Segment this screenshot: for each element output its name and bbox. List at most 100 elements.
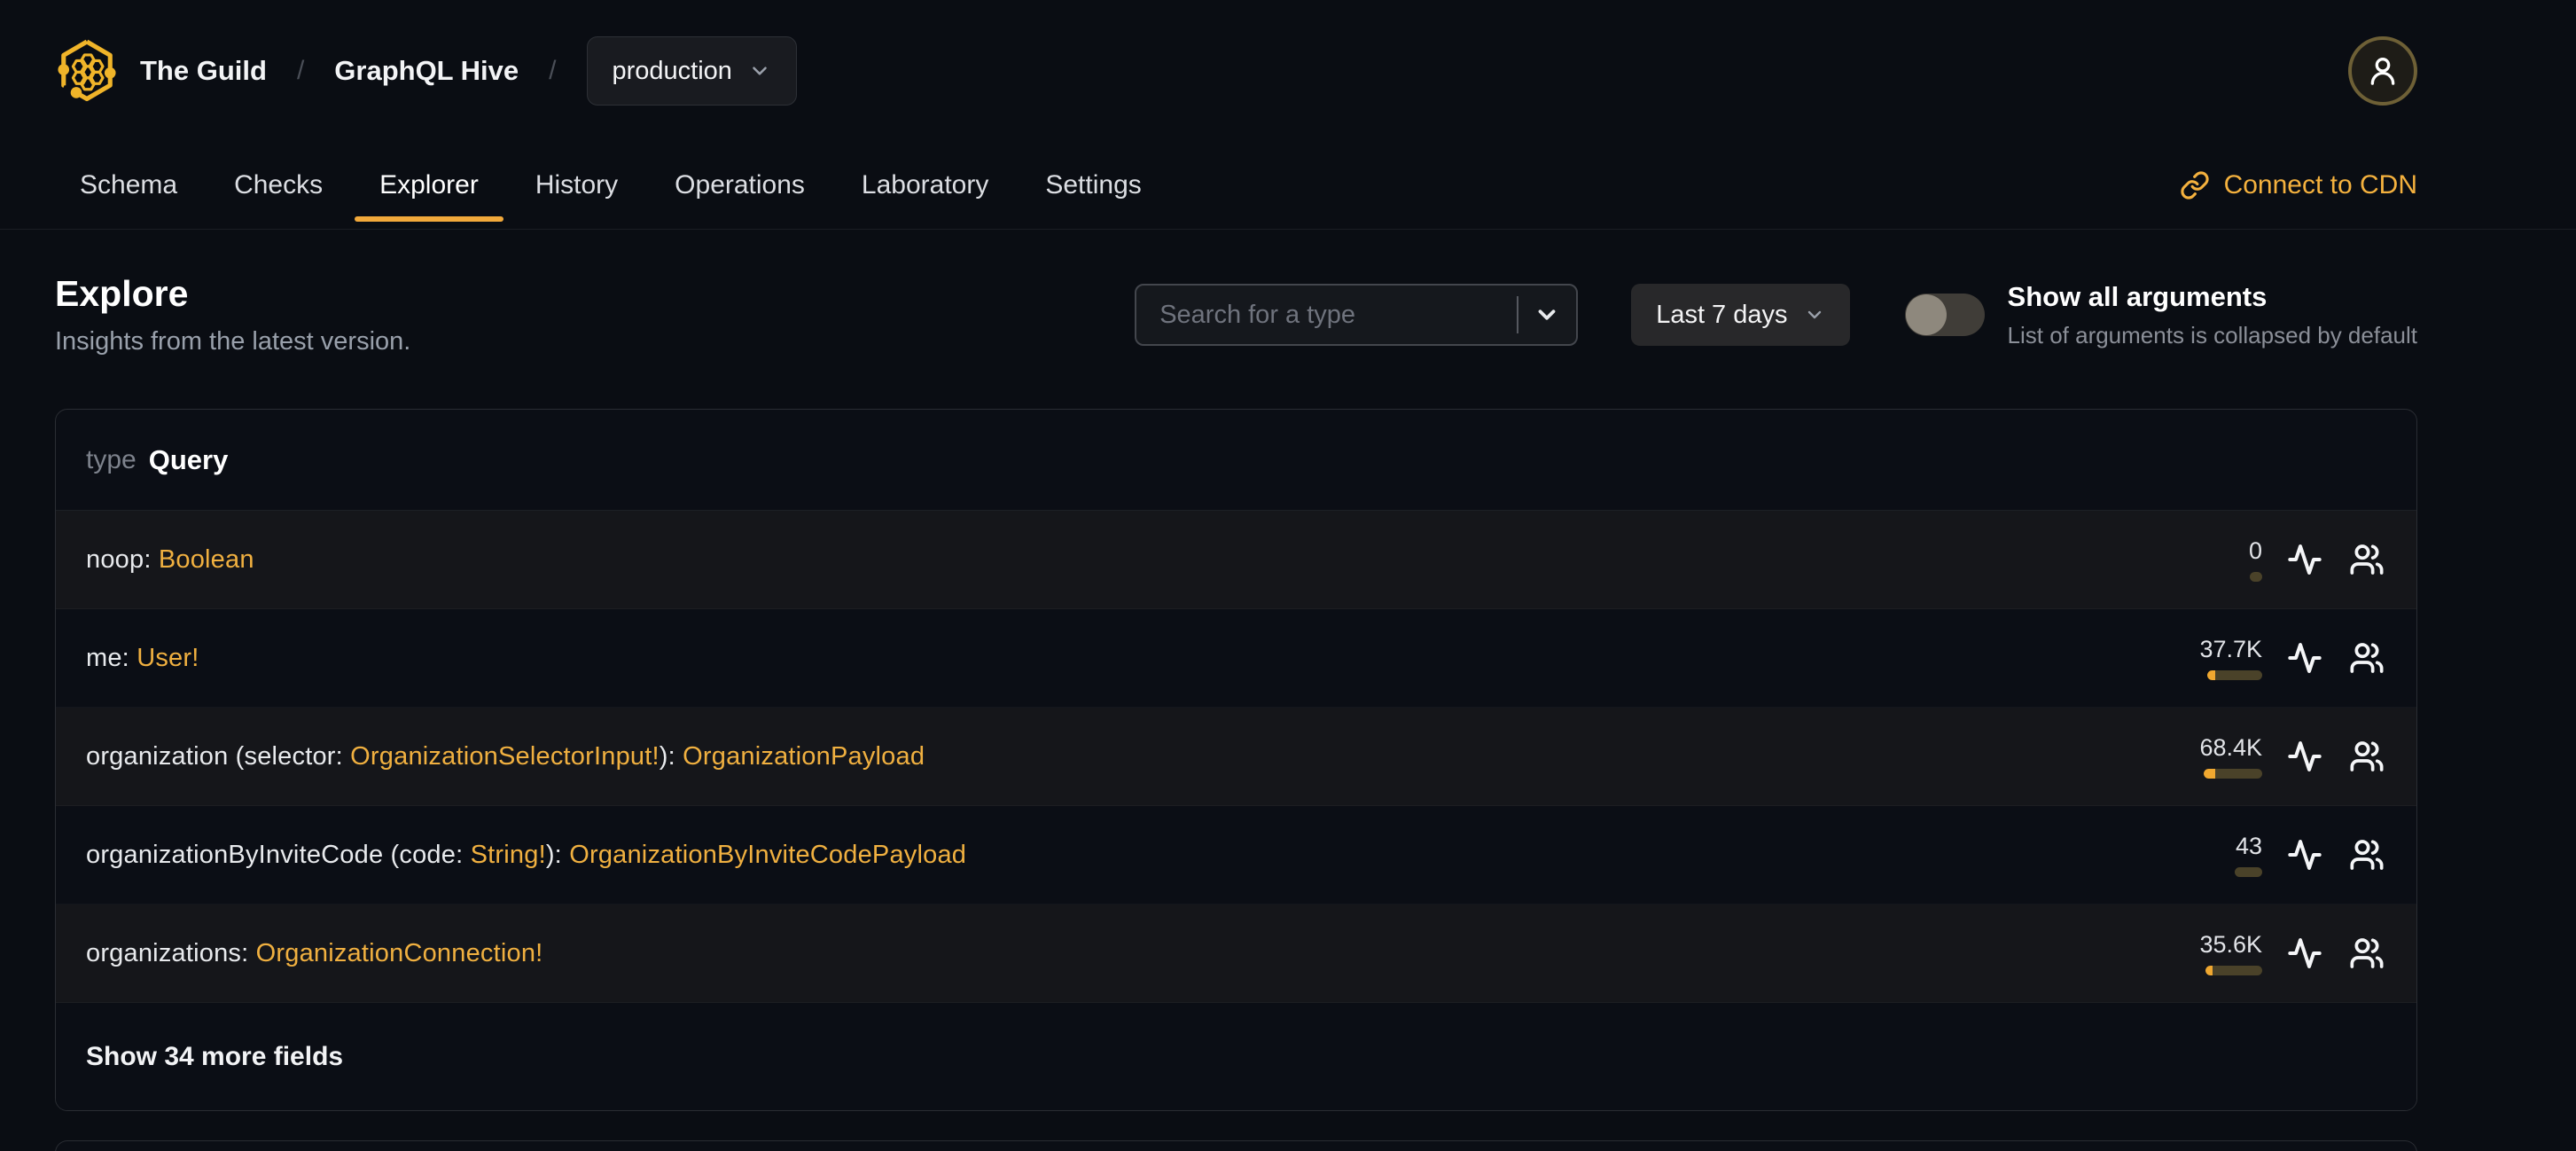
field-usage-count: 37.7K <box>2199 636 2262 662</box>
field-row: organizations: OrganizationConnection! 3… <box>56 904 2416 1003</box>
show-more-fields-button[interactable]: Show 34 more fields <box>56 1003 2416 1110</box>
user-icon <box>2370 58 2395 85</box>
field-usage-count: 35.6K <box>2199 931 2262 958</box>
field-rows: noop: Boolean 0 me: User! 37.7K organiza… <box>56 511 2416 1003</box>
field-name-text: organizations: <box>86 938 256 967</box>
field-usage-bar <box>2207 670 2262 680</box>
page-subtitle: Insights from the latest version. <box>55 327 411 356</box>
type-search-dropdown-button[interactable] <box>1518 286 1576 344</box>
users-icon[interactable] <box>2347 737 2386 776</box>
field-usage-stat: 68.4K <box>2147 734 2262 779</box>
field-row: me: User! 37.7K <box>56 609 2416 708</box>
next-type-card-partial <box>55 1140 2417 1151</box>
field-signature: organizationByInviteCode (code: String!)… <box>86 841 966 870</box>
activity-pulse-icon[interactable] <box>2285 934 2324 973</box>
field-usage-count: 43 <box>2235 833 2262 859</box>
type-keyword: type <box>86 444 137 474</box>
field-type-link[interactable]: OrganizationPayload <box>683 742 925 771</box>
users-icon[interactable] <box>2347 934 2386 973</box>
hive-honeycomb-logo[interactable] <box>55 35 121 106</box>
breadcrumb-separator: / <box>296 56 305 85</box>
user-menu-button[interactable] <box>2348 36 2417 106</box>
tab-checks[interactable]: Checks <box>209 142 347 229</box>
app-header: The Guild / GraphQL Hive / production Sc… <box>0 0 2576 230</box>
target-selector-label: production <box>612 56 732 85</box>
field-usage-bar-fill <box>2205 966 2213 975</box>
explorer-controls: Last 7 days Show all arguments List of a… <box>1135 281 2417 349</box>
field-stats: 0 <box>2147 537 2386 582</box>
type-name[interactable]: Query <box>149 444 229 476</box>
field-name-text: organizationByInviteCode (code: <box>86 840 471 869</box>
field-type-link[interactable]: User! <box>137 644 199 672</box>
users-icon[interactable] <box>2347 540 2386 579</box>
type-card-query: type Query noop: Boolean 0 me: User! 37.… <box>55 409 2417 1111</box>
link-icon <box>2180 171 2209 200</box>
breadcrumb-separator: / <box>549 56 557 85</box>
field-usage-bar <box>2250 572 2262 582</box>
field-type-link[interactable]: Boolean <box>159 545 254 574</box>
field-usage-stat: 0 <box>2147 537 2262 582</box>
field-stats: 35.6K <box>2147 931 2386 975</box>
tab-schema[interactable]: Schema <box>55 142 202 229</box>
period-selector-button[interactable]: Last 7 days <box>1631 284 1850 346</box>
connect-to-cdn-label: Connect to CDN <box>2223 170 2417 200</box>
field-usage-bar-fill <box>2207 670 2215 680</box>
page-title-block: Explore Insights from the latest version… <box>55 273 410 356</box>
tab-history[interactable]: History <box>511 142 643 229</box>
activity-pulse-icon[interactable] <box>2285 638 2324 677</box>
field-stats: 68.4K <box>2147 734 2386 779</box>
nav-tabs-bar: Schema Checks Explorer History Operations Lab… <box>0 142 2576 230</box>
type-search-input[interactable] <box>1136 300 1518 330</box>
field-type-link[interactable]: String! <box>471 841 546 869</box>
field-signature: organization (selector: OrganizationSele… <box>86 742 925 771</box>
toggle-description: List of arguments is collapsed by defaul… <box>2007 321 2417 348</box>
tab-explorer[interactable]: Explorer <box>355 142 503 229</box>
field-usage-bar <box>2204 769 2262 779</box>
users-icon[interactable] <box>2347 638 2386 677</box>
field-name-text: ): <box>659 741 683 771</box>
field-signature: noop: Boolean <box>86 545 254 575</box>
connect-to-cdn-button[interactable]: Connect to CDN <box>2180 170 2417 200</box>
breadcrumb: The Guild / GraphQL Hive / production <box>140 36 797 106</box>
field-row: noop: Boolean 0 <box>56 511 2416 609</box>
breadcrumb-project[interactable]: GraphQL Hive <box>334 55 519 87</box>
field-row: organizationByInviteCode (code: String!)… <box>56 806 2416 904</box>
field-type-link[interactable]: OrganizationConnection! <box>256 939 543 967</box>
users-icon[interactable] <box>2347 835 2386 874</box>
field-name-text: me: <box>86 643 137 672</box>
breadcrumb-org[interactable]: The Guild <box>140 55 267 87</box>
toggle-title: Show all arguments <box>2007 280 2268 312</box>
activity-pulse-icon[interactable] <box>2285 835 2324 874</box>
field-usage-stat: 43 <box>2147 833 2262 877</box>
show-all-arguments-toggle[interactable] <box>1904 294 1985 336</box>
field-stats: 37.7K <box>2147 636 2386 680</box>
target-selector-button[interactable]: production <box>586 36 797 106</box>
chevron-down-icon <box>1539 309 1556 320</box>
toggle-labels: Show all arguments List of arguments is … <box>2008 281 2417 349</box>
field-name-text: organization (selector: <box>86 741 351 771</box>
chevron-down-icon <box>1807 310 1821 319</box>
field-signature: organizations: OrganizationConnection! <box>86 939 543 968</box>
tab-operations[interactable]: Operations <box>650 142 830 229</box>
field-type-link[interactable]: OrganizationSelectorInput! <box>350 742 660 771</box>
activity-pulse-icon[interactable] <box>2285 737 2324 776</box>
toggle-thumb <box>1905 294 1947 335</box>
page-title: Explore <box>55 273 189 314</box>
chevron-down-icon <box>753 67 767 75</box>
tab-settings[interactable]: Settings <box>1020 142 1166 229</box>
field-usage-count: 0 <box>2248 537 2262 564</box>
field-usage-bar-fill <box>2204 769 2215 779</box>
field-stats: 43 <box>2147 833 2386 877</box>
tab-laboratory[interactable]: Laboratory <box>837 142 1013 229</box>
field-usage-stat: 37.7K <box>2147 636 2262 680</box>
explorer-page: Explore Insights from the latest version… <box>55 269 2417 1151</box>
field-type-link[interactable]: OrganizationByInviteCodePayload <box>569 841 966 869</box>
field-row: organization (selector: OrganizationSele… <box>56 708 2416 806</box>
field-usage-bar <box>2235 867 2262 877</box>
period-selector-label: Last 7 days <box>1656 300 1788 329</box>
field-usage-bar <box>2205 966 2262 975</box>
field-usage-stat: 35.6K <box>2147 931 2262 975</box>
type-card-header: type Query <box>56 410 2416 511</box>
field-signature: me: User! <box>86 644 199 673</box>
activity-pulse-icon[interactable] <box>2285 540 2324 579</box>
